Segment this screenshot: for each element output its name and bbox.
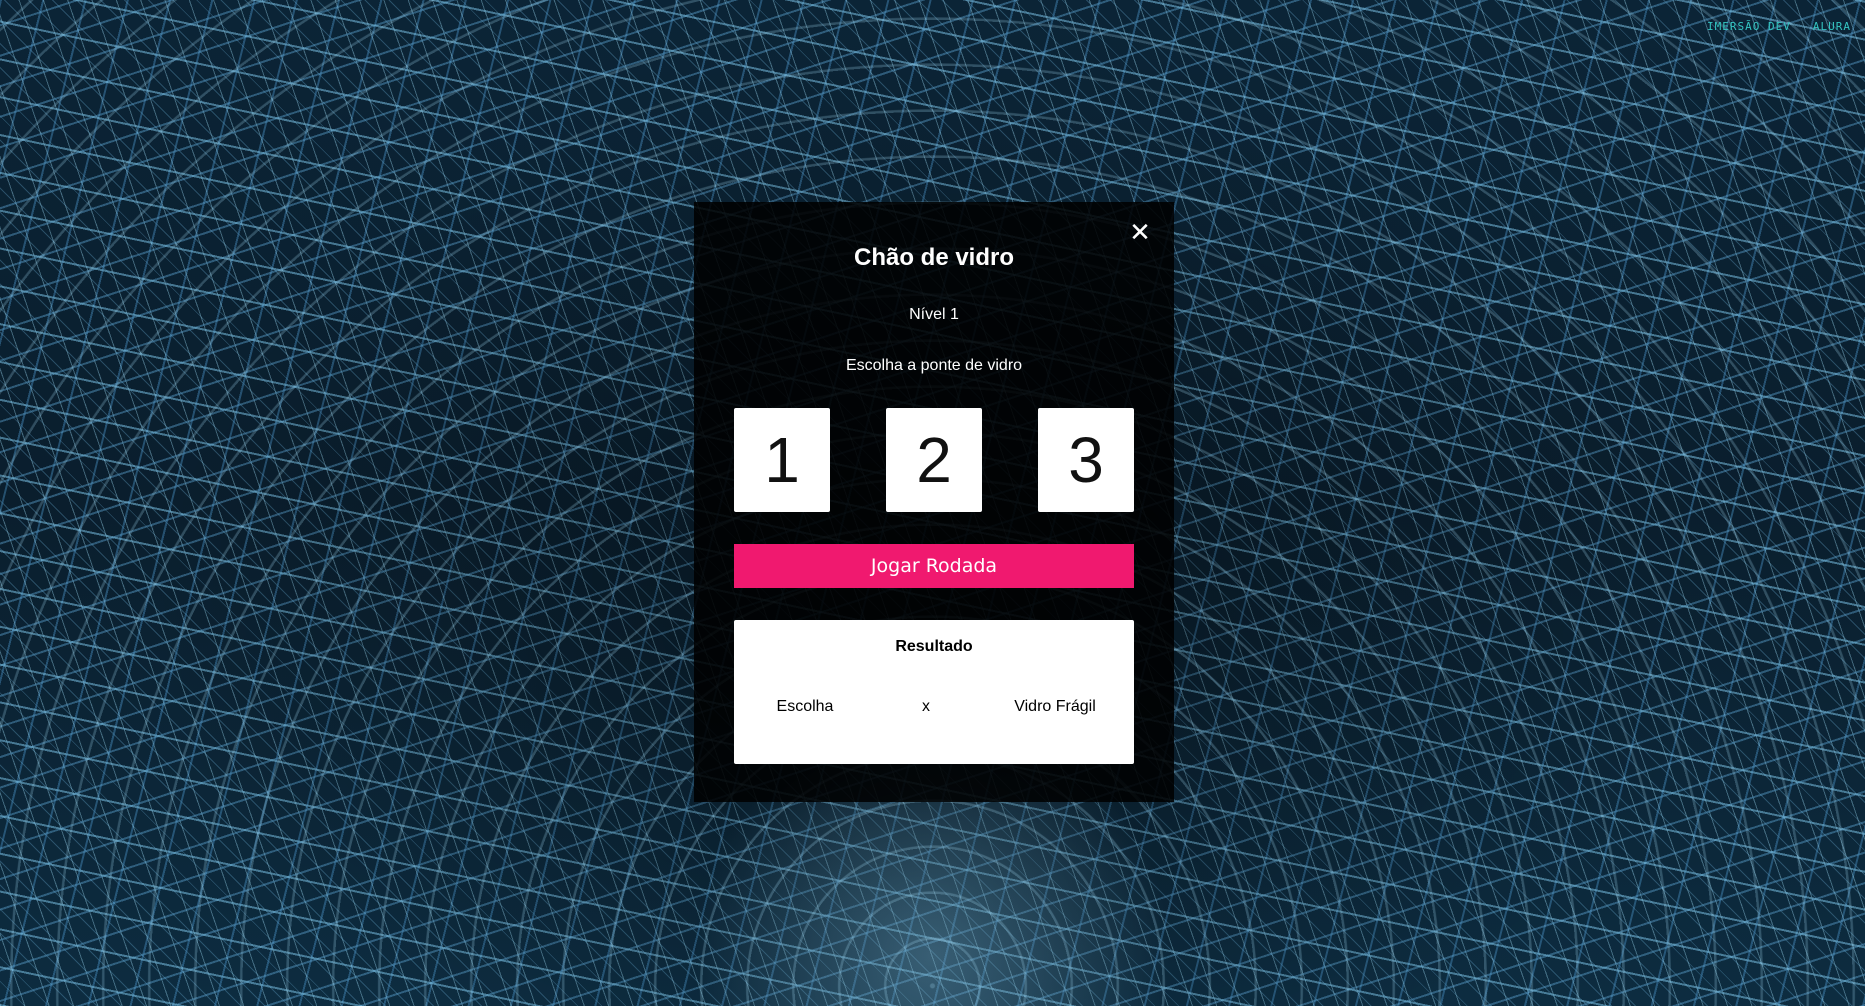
instruction-text: Escolha a ponte de vidro (845, 357, 1023, 374)
bridge-choice-3[interactable]: 3 (1038, 408, 1134, 512)
game-title: Chão de vidro (853, 244, 1015, 271)
bridge-choice-2[interactable]: 2 (886, 408, 982, 512)
result-fragile-label: Vidro Frágil (1014, 698, 1096, 715)
result-separator: x (922, 698, 930, 715)
bridge-choice-1[interactable]: 1 (734, 408, 830, 512)
close-icon[interactable]: ✕ (1126, 218, 1154, 246)
bridge-choices: 1 2 3 (734, 408, 1134, 512)
result-choice-label: Escolha (776, 698, 834, 715)
imersao-dev-logo: IMERSÃO DEV (1707, 20, 1791, 33)
result-card: Resultado Escolha x Vidro Frágil (734, 620, 1134, 764)
play-round-button[interactable]: Jogar Rodada (734, 544, 1134, 588)
result-title: Resultado (895, 638, 973, 655)
alura-logo: ALURA (1812, 20, 1851, 33)
game-panel: ✕ Chão de vidro Nível 1 Escolha a ponte … (694, 202, 1174, 802)
result-row: Escolha x Vidro Frágil (734, 698, 1134, 716)
level-indicator: Nível 1 (909, 306, 959, 323)
brand-header: IMERSÃO DEV ALURA (1707, 20, 1851, 33)
